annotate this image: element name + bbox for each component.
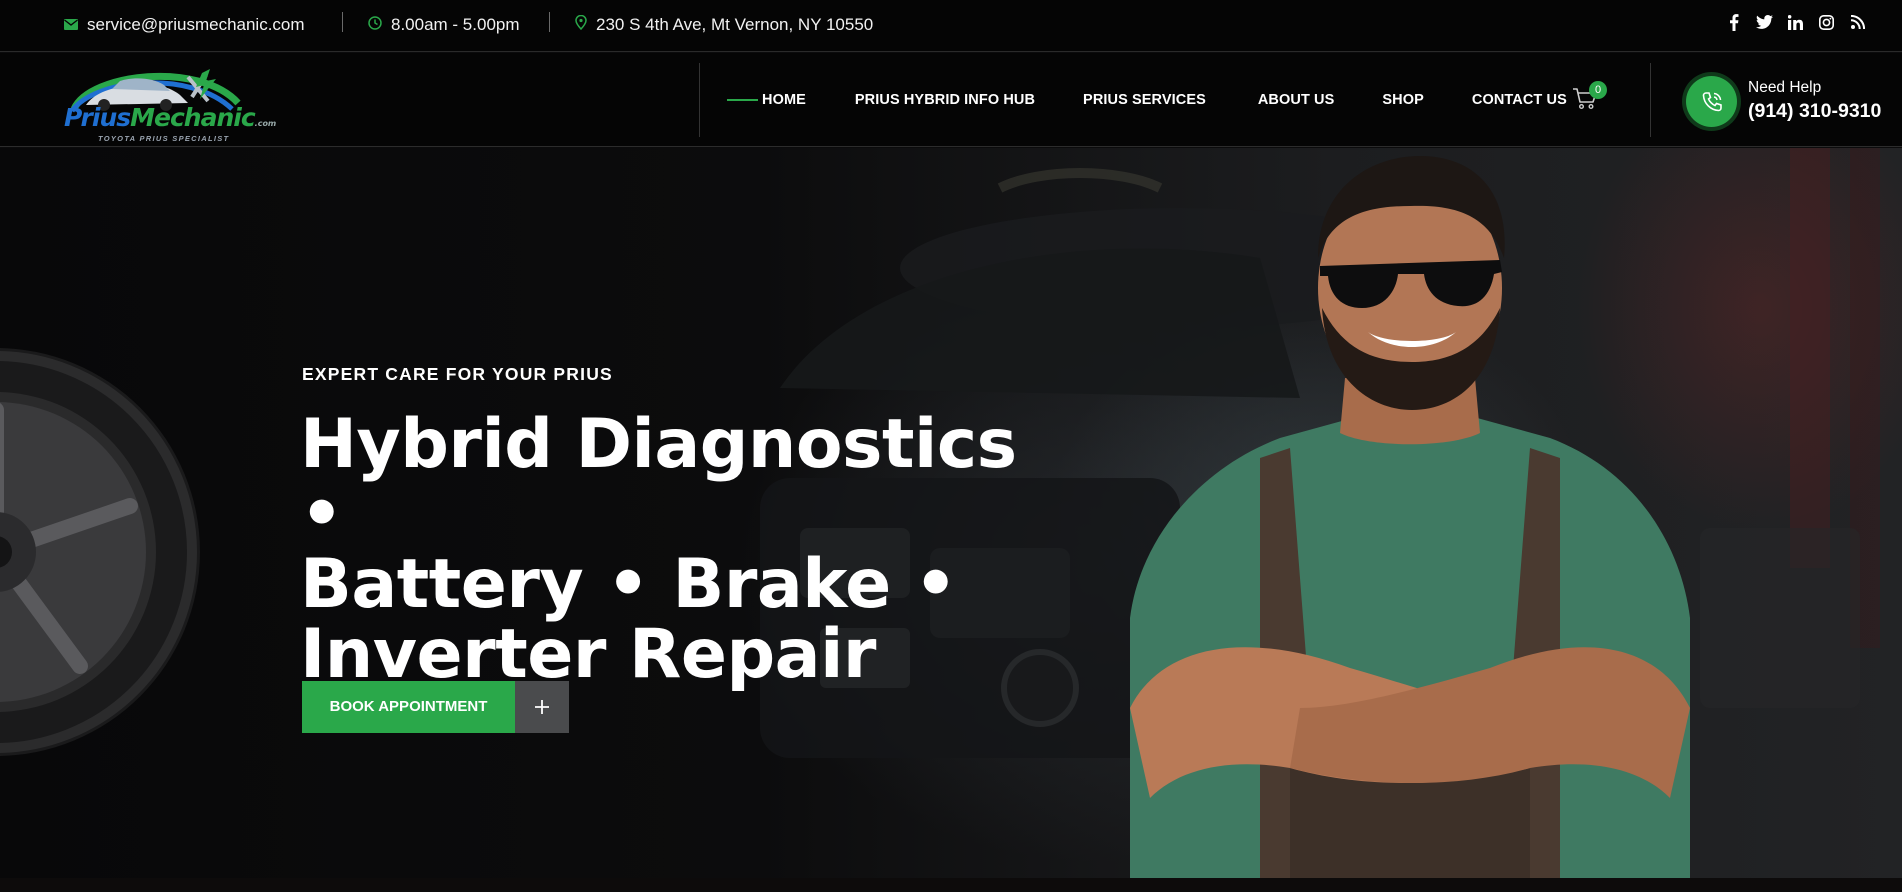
plus-icon [515,681,569,733]
map-pin-icon [575,14,596,35]
mechanic-portrait-image [1130,156,1690,878]
next-section-strip [0,878,1902,892]
hero-headline-line: Hybrid Diagnostics • [300,405,1017,554]
book-appointment-button[interactable]: BOOK APPOINTMENT [302,681,569,733]
hero-eyebrow: EXPERT CARE FOR YOUR PRIUS [302,364,613,384]
topbar-hours: 8.00am - 5.00pm [368,15,520,35]
topbar-address: 230 S 4th Ave, Mt Vernon, NY 10550 [575,14,874,35]
help-phone-number[interactable]: (914) 310-9310 [1748,100,1881,123]
nav-item-contact-us[interactable]: CONTACT US [1472,92,1567,108]
twitter-icon[interactable] [1756,13,1773,31]
help-label: Need Help [1748,79,1822,96]
facebook-icon[interactable] [1725,13,1742,31]
clock-icon [368,15,391,35]
call-button[interactable] [1686,76,1737,127]
nav-item-prius-services[interactable]: PRIUS SERVICES [1083,92,1206,108]
topbar-address-text: 230 S 4th Ave, Mt Vernon, NY 10550 [596,15,874,34]
nav-item-home[interactable]: HOME [762,92,806,108]
site-logo[interactable]: PriusMechanic.com TOYOTA PRIUS SPECIALIS… [60,59,276,143]
hero-headline-line: Inverter Repair [300,615,876,694]
mail-icon [64,15,87,35]
topbar-email[interactable]: service@priusmechanic.com [64,15,305,35]
logo-tagline: TOYOTA PRIUS SPECIALIST [98,134,230,143]
logo-wordmark: PriusMechanic.com [64,103,277,132]
linkedin-icon[interactable] [1787,13,1804,31]
nav-item-shop[interactable]: SHOP [1382,92,1424,108]
book-appointment-label: BOOK APPOINTMENT [302,681,515,733]
topbar-hours-text: 8.00am - 5.00pm [391,15,520,34]
main-header: PriusMechanic.com TOYOTA PRIUS SPECIALIS… [0,53,1902,147]
topbar-email-text: service@priusmechanic.com [87,15,305,34]
rss-icon[interactable] [1849,13,1866,31]
hero-headline-line: Battery • Brake • [300,545,957,624]
nav-divider [1650,63,1651,137]
primary-navigation: HOME PRIUS HYBRID INFO HUB PRIUS SERVICE… [727,53,1567,147]
cart-count-badge: 0 [1589,81,1607,99]
nav-item-about-us[interactable]: ABOUT US [1258,92,1335,108]
social-links [1725,13,1866,31]
hero-headline: Hybrid Diagnostics • Battery • Brake • I… [300,410,1020,690]
top-info-bar: service@priusmechanic.com 8.00am - 5.00p… [0,0,1902,52]
phone-icon [1702,91,1722,111]
instagram-icon[interactable] [1818,13,1835,31]
hero-section: EXPERT CARE FOR YOUR PRIUS Hybrid Diagno… [0,148,1902,878]
nav-divider [699,63,700,137]
wheel-image [0,348,200,756]
nav-item-prius-hybrid-info-hub[interactable]: PRIUS HYBRID INFO HUB [855,92,1035,108]
topbar-divider [549,12,550,32]
topbar-divider [342,12,343,32]
